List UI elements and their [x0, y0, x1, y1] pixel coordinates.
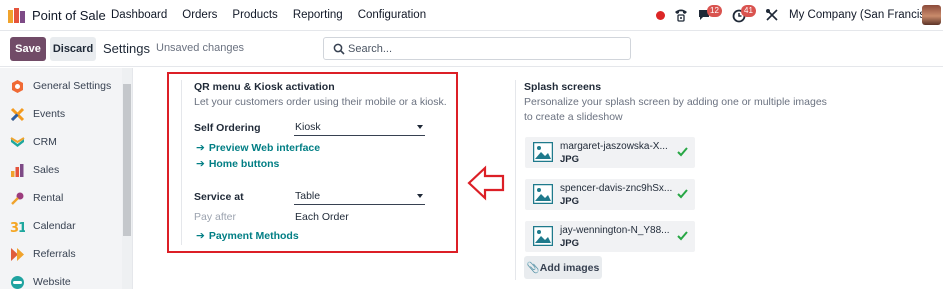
image-filename: spencer-davis-znc9hSx... — [560, 183, 673, 194]
sidebar-item-label: Calendar — [33, 220, 76, 232]
image-filename: margaret-jaszowska-X... — [560, 141, 668, 152]
calendar-icon: 3 1 — [10, 221, 25, 234]
sidebar-item-events[interactable]: Events — [0, 102, 121, 126]
user-avatar[interactable] — [922, 5, 941, 25]
sidebar-item-rental[interactable]: Rental — [0, 186, 121, 210]
sidebar-item-general-settings[interactable]: General Settings — [0, 74, 121, 98]
sidebar-item-label: Sales — [33, 164, 60, 176]
rental-key-icon — [11, 192, 24, 205]
sidebar-item-crm[interactable]: CRM — [0, 130, 121, 154]
sidebar-item-label: Rental — [33, 192, 64, 204]
check-icon — [677, 231, 688, 241]
splash-image-item[interactable]: margaret-jaszowska-X... JPG — [525, 137, 695, 168]
sidebar-item-label: Events — [33, 108, 66, 120]
sidebar-item-referrals[interactable]: Referrals — [0, 242, 121, 266]
main-menu: Dashboard Orders Products Reporting Conf… — [111, 9, 426, 21]
chat-badge: 12 — [707, 5, 722, 17]
general-settings-icon — [12, 79, 23, 93]
menu-configuration[interactable]: Configuration — [358, 9, 426, 21]
svg-text:1: 1 — [18, 221, 25, 234]
splash-image-item[interactable]: jay-wennington-N_Y88... JPG — [525, 221, 695, 252]
app-name[interactable]: Point of Sale — [32, 8, 106, 23]
add-images-button[interactable]: 📎Add images — [524, 256, 602, 279]
splash-screens-title: Splash screens — [524, 81, 602, 93]
sidebar-item-website[interactable]: Website — [0, 270, 121, 289]
check-icon — [677, 189, 688, 199]
sidebar-item-label: General Settings — [33, 80, 112, 92]
check-icon — [677, 147, 688, 157]
crm-icon — [10, 136, 25, 147]
company-switcher[interactable]: My Company (San Francisco) — [789, 9, 941, 21]
image-file-icon — [533, 226, 553, 246]
search-icon — [333, 43, 345, 55]
image-filetype: JPG — [560, 196, 580, 207]
search-box[interactable] — [323, 37, 631, 60]
unsaved-status: Unsaved changes — [156, 42, 245, 54]
referrals-icon — [11, 247, 24, 261]
sidebar-item-label: Website — [33, 276, 71, 288]
menu-dashboard[interactable]: Dashboard — [111, 9, 167, 21]
sales-icon — [11, 163, 24, 177]
paperclip-icon: 📎 — [526, 262, 540, 274]
phone-icon[interactable] — [674, 8, 688, 22]
menu-reporting[interactable]: Reporting — [293, 9, 343, 21]
sidebar-scrollbar-thumb[interactable] — [123, 84, 131, 236]
splash-description-line1: Personalize your splash screen by adding… — [524, 96, 827, 108]
search-input[interactable] — [348, 40, 618, 57]
image-filetype: JPG — [560, 154, 580, 165]
debug-tools-icon[interactable] — [765, 8, 779, 22]
image-file-icon — [533, 184, 553, 204]
sidebar-item-calendar[interactable]: 3 1 Calendar — [0, 214, 121, 238]
sidebar-item-sales[interactable]: Sales — [0, 158, 121, 182]
menu-products[interactable]: Products — [232, 9, 277, 21]
control-panel: Save Discard Settings Unsaved changes — [0, 31, 943, 67]
image-file-icon — [533, 142, 553, 162]
splash-description-line2: to create a slideshow — [524, 111, 623, 123]
image-filename: jay-wennington-N_Y88... — [560, 225, 670, 236]
settings-sidebar: General Settings Events CRM Sales Rental — [0, 68, 133, 289]
menu-orders[interactable]: Orders — [182, 9, 217, 21]
image-filetype: JPG — [560, 238, 580, 249]
activity-badge: 41 — [741, 5, 756, 17]
top-navbar: Point of Sale Dashboard Orders Products … — [0, 0, 943, 31]
save-button[interactable]: Save — [10, 37, 46, 61]
events-icon — [10, 107, 25, 121]
website-icon — [11, 275, 24, 289]
section-divider — [515, 80, 516, 280]
sidebar-item-label: Referrals — [33, 248, 76, 260]
sidebar-item-label: CRM — [33, 136, 57, 148]
page-title: Settings — [103, 41, 150, 56]
app-logo-icon[interactable] — [8, 8, 26, 24]
recording-indicator-icon[interactable] — [656, 11, 665, 20]
red-arrow-annotation — [467, 165, 505, 201]
highlight-box — [167, 72, 458, 253]
add-images-label: Add images — [539, 262, 600, 274]
discard-button[interactable]: Discard — [50, 37, 96, 61]
splash-image-item[interactable]: spencer-davis-znc9hSx... JPG — [525, 179, 695, 210]
